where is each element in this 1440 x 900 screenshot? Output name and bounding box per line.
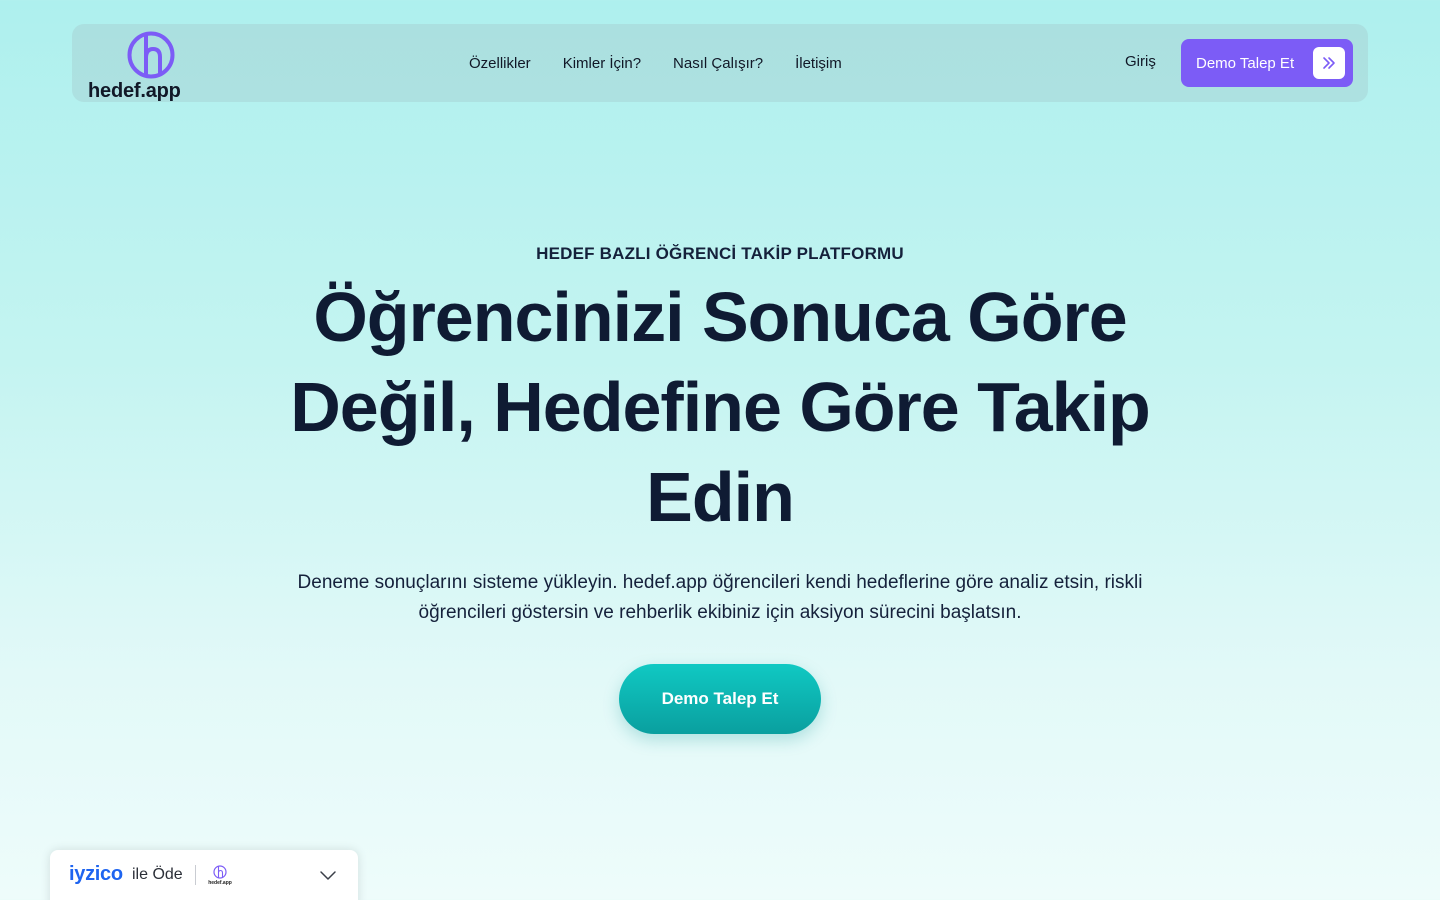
nav-link-iletisim[interactable]: İletişim: [795, 55, 842, 72]
iyzico-brand: iyzico: [69, 863, 123, 885]
logo-text: hedef.app: [88, 80, 181, 102]
double-chevron-right-icon: [1313, 47, 1345, 79]
hero-description: Deneme sonuçlarını sisteme yükleyin. hed…: [297, 572, 1143, 623]
merchant-logo: hedef.app: [205, 864, 235, 888]
main-nav: Özellikler Kimler İçin? Nasıl Çalışır? İ…: [469, 24, 842, 102]
demo-request-button-hero[interactable]: Demo Talep Et: [619, 664, 821, 734]
top-navbar: hedef.app Özellikler Kimler İçin? Nasıl …: [72, 24, 1368, 102]
nav-link-ozellikler[interactable]: Özellikler: [469, 55, 531, 72]
demo-request-button-nav[interactable]: Demo Talep Et: [1181, 39, 1353, 87]
iyzico-payment-widget[interactable]: iyzico ile Öde hedef.app: [50, 850, 358, 900]
pay-label: ile Öde: [132, 866, 183, 883]
hedef-logo-icon: [127, 31, 175, 79]
nav-link-kimler-icin[interactable]: Kimler İçin?: [563, 55, 641, 72]
hedef-logo[interactable]: hedef.app: [88, 28, 198, 102]
demo-request-label: Demo Talep Et: [1196, 54, 1295, 72]
divider: [195, 865, 196, 885]
chevron-down-icon[interactable]: [318, 867, 338, 883]
hero-eyebrow: HEDEF BAZLI ÖĞRENCİ TAKİP PLATFORMU: [536, 244, 904, 263]
merchant-logo-text: hedef.app: [208, 880, 232, 886]
login-link[interactable]: Giriş: [1125, 53, 1156, 70]
hedef-logo-small-icon: [213, 865, 227, 879]
nav-link-nasil-calisir[interactable]: Nasıl Çalışır?: [673, 55, 763, 72]
hero-title: Öğrencinizi Sonuca Göre Değil, Hedefine …: [290, 278, 1151, 536]
